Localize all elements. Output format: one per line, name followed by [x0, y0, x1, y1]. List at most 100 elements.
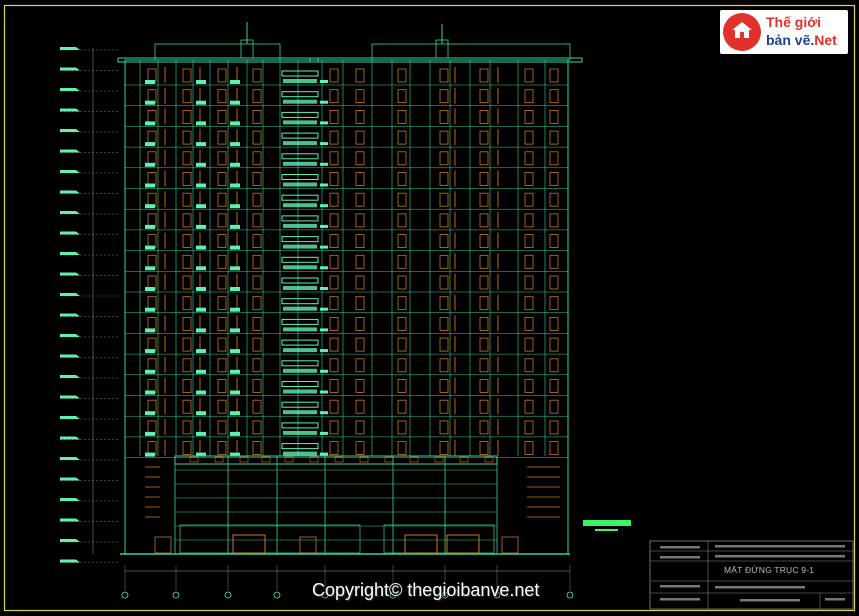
- window: [329, 89, 339, 104]
- window: [479, 192, 489, 207]
- balcony-glass: [145, 287, 155, 291]
- balcony-glass: [230, 162, 240, 167]
- window: [397, 151, 407, 166]
- title-block-text-line: [715, 545, 845, 548]
- window: [524, 337, 534, 352]
- entrance-door: [404, 534, 438, 554]
- window: [549, 316, 559, 331]
- level-markers: [60, 47, 120, 563]
- window: [329, 254, 339, 269]
- balcony-glass: [196, 183, 206, 188]
- balcony-glass: [283, 99, 317, 104]
- window: [329, 275, 339, 290]
- window: [355, 358, 365, 373]
- balcony-glass: [320, 452, 328, 456]
- window: [524, 358, 534, 373]
- balcony-glass: [320, 183, 328, 187]
- grid-bubble: [566, 591, 574, 599]
- window: [524, 275, 534, 290]
- balcony-rail: [281, 174, 319, 180]
- window: [549, 379, 559, 393]
- grid-bubble: [224, 591, 232, 599]
- window: [217, 420, 227, 435]
- window: [479, 213, 489, 228]
- window: [524, 420, 534, 435]
- window: [549, 172, 559, 186]
- ground-door: [501, 536, 519, 554]
- window: [549, 358, 559, 373]
- window: [252, 172, 262, 186]
- balcony-glass: [145, 162, 155, 167]
- elevation-drawing: [3, 4, 856, 612]
- copyright-watermark: Copyright© thegioibanve.net: [312, 580, 540, 600]
- window: [439, 379, 449, 393]
- window: [182, 399, 192, 414]
- balcony-glass: [145, 390, 155, 395]
- balcony-rail: [281, 256, 319, 263]
- window: [329, 192, 339, 207]
- balcony-glass: [230, 369, 240, 374]
- balcony-rail: [281, 70, 319, 77]
- balcony-glass: [230, 245, 240, 250]
- balcony-glass: [145, 183, 155, 188]
- window: [329, 68, 339, 83]
- window: [479, 172, 489, 186]
- window: [439, 130, 449, 145]
- title-block-text-line: [660, 546, 700, 549]
- window: [329, 316, 339, 331]
- balcony-glass: [320, 411, 328, 415]
- balcony-rail: [281, 111, 319, 118]
- window: [439, 68, 449, 83]
- balcony-rail: [281, 318, 319, 325]
- window: [397, 379, 407, 393]
- window: [479, 296, 489, 311]
- balcony-glass: [196, 349, 206, 354]
- window: [549, 68, 559, 83]
- balcony-glass: [283, 223, 317, 228]
- window: [549, 337, 559, 352]
- window: [329, 234, 339, 249]
- title-block-text-line: [715, 555, 845, 558]
- window: [479, 358, 489, 373]
- balcony-glass: [230, 411, 240, 416]
- window: [439, 337, 449, 352]
- window: [182, 110, 192, 124]
- logo-line-2: bản vẽ.Net: [766, 32, 837, 48]
- title-block-text-line: [825, 598, 845, 601]
- window: [217, 234, 227, 249]
- balcony-glass: [230, 100, 240, 105]
- balcony-glass: [283, 203, 317, 208]
- window: [397, 110, 407, 124]
- title-block-text-line: [660, 585, 700, 588]
- window: [252, 151, 262, 166]
- window: [524, 399, 534, 414]
- balcony-glass: [145, 431, 155, 436]
- balcony-glass: [283, 141, 317, 146]
- balcony-glass: [320, 245, 328, 249]
- balcony-rail: [281, 215, 319, 222]
- balcony-glass: [145, 142, 155, 147]
- balcony-glass: [320, 204, 328, 208]
- balcony-glass: [320, 266, 328, 270]
- balcony-glass: [283, 120, 317, 125]
- window: [397, 130, 407, 145]
- window: [524, 441, 534, 456]
- window: [549, 89, 559, 104]
- window: [397, 275, 407, 290]
- balcony-glass: [196, 369, 206, 374]
- ground-door: [154, 536, 172, 554]
- window: [397, 316, 407, 331]
- window: [479, 275, 489, 290]
- balcony-glass: [145, 100, 155, 105]
- balcony-glass: [283, 244, 317, 249]
- window: [549, 130, 559, 145]
- window: [252, 68, 262, 83]
- balcony-glass: [145, 411, 155, 416]
- window: [439, 192, 449, 207]
- window: [252, 275, 262, 290]
- balcony-glass: [196, 121, 206, 126]
- balcony-glass: [230, 390, 240, 395]
- balcony-glass: [320, 80, 328, 83]
- balcony-glass: [283, 286, 317, 290]
- balcony-glass: [145, 245, 155, 250]
